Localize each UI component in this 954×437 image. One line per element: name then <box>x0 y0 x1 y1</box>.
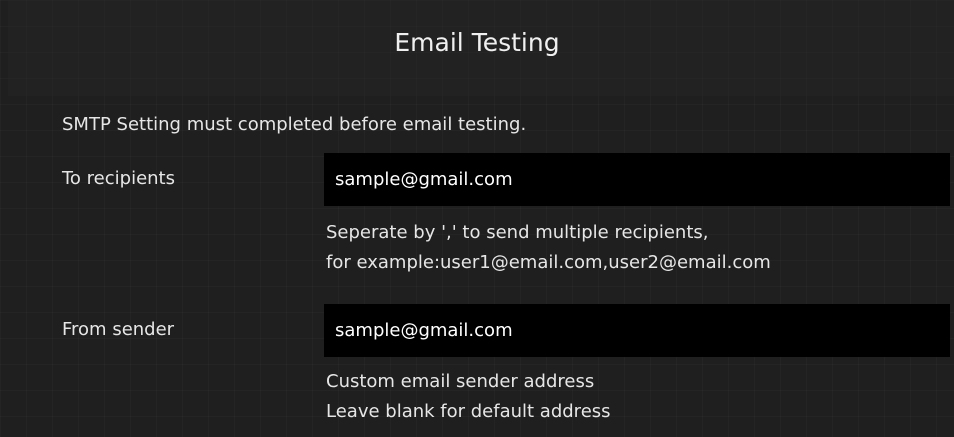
page-title: Email Testing <box>394 28 560 57</box>
recipients-hint-line-1: Seperate by ',' to send multiple recipie… <box>326 222 709 243</box>
sender-hint-line-1: Custom email sender address <box>326 371 595 392</box>
sender-input[interactable] <box>324 304 950 357</box>
recipients-input[interactable] <box>324 153 950 206</box>
smtp-notice: SMTP Setting must completed before email… <box>62 114 527 135</box>
sender-hint-line-2: Leave blank for default address <box>326 401 611 422</box>
recipients-hint-line-2: for example:user1@email.com,user2@email.… <box>326 252 771 273</box>
sender-hint: Custom email sender address Leave blank … <box>326 367 611 427</box>
recipients-label: To recipients <box>62 168 175 189</box>
sender-label: From sender <box>62 319 175 340</box>
recipients-hint: Seperate by ',' to send multiple recipie… <box>326 218 771 278</box>
